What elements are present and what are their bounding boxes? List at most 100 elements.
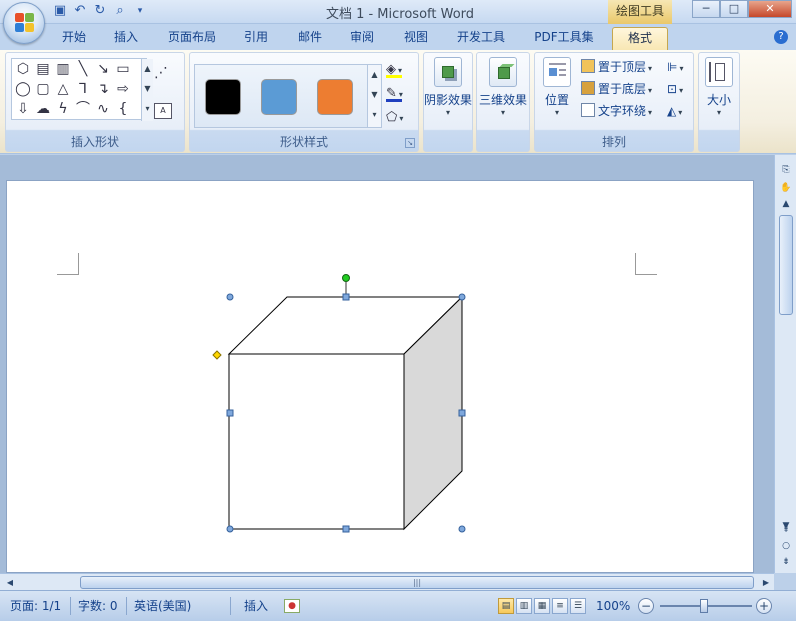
triangle-shape-icon[interactable]: △ <box>54 80 72 98</box>
scroll-right-icon[interactable]: ▶ <box>760 576 772 589</box>
arc-shape-icon[interactable]: ⌒ <box>74 100 92 118</box>
help-icon[interactable]: ? <box>774 30 788 44</box>
rectangle-shape-icon[interactable]: ▭ <box>114 60 132 78</box>
rounded-rect-shape-icon[interactable]: ▢ <box>34 80 52 98</box>
next-page-icon[interactable]: ⇟ <box>778 555 794 569</box>
horizontal-scrollbar[interactable]: ◀ ||| ▶ <box>0 573 774 590</box>
style-swatch-orange[interactable] <box>317 79 353 115</box>
full-screen-reading-view-icon[interactable]: ▥ <box>516 598 532 614</box>
change-shape-button[interactable]: ⬠ ▾ <box>386 109 416 127</box>
draw-textbox-icon[interactable]: A <box>154 103 172 119</box>
rotation-handle[interactable] <box>342 274 350 282</box>
resize-handle-bottom-left[interactable] <box>226 525 234 533</box>
outline-view-icon[interactable]: ≡ <box>552 598 568 614</box>
tab-review[interactable]: 审阅 <box>344 27 380 50</box>
previous-page-icon[interactable]: ⇞ <box>778 523 794 537</box>
gallery-more-icon[interactable]: ▾ <box>368 105 381 125</box>
chevron-up-icon[interactable]: ▲ <box>142 59 153 79</box>
text-wrapping-button[interactable]: 文字环绕 ▾ <box>581 101 652 121</box>
resize-handle-top[interactable] <box>342 293 350 301</box>
zoom-out-icon[interactable]: − <box>638 598 654 614</box>
zoom-level[interactable]: 100% <box>596 596 630 616</box>
resize-handle-left[interactable] <box>226 409 234 417</box>
style-swatch-blue[interactable] <box>261 79 297 115</box>
minimize-button[interactable]: ─ <box>692 0 720 18</box>
gallery-more-icon[interactable]: ▾ <box>142 99 153 119</box>
brace-shape-icon[interactable]: { <box>114 100 132 118</box>
textbox-shape-icon[interactable]: ▤ <box>34 60 52 78</box>
tab-home[interactable]: 开始 <box>56 27 92 50</box>
resize-handle-top-left[interactable] <box>226 293 234 301</box>
tab-mailings[interactable]: 邮件 <box>292 27 328 50</box>
insert-mode-indicator[interactable]: 插入 <box>244 596 268 616</box>
tab-pdf-tools[interactable]: PDF工具集 <box>528 27 600 50</box>
print-preview-icon[interactable]: ⌕ <box>112 3 128 19</box>
3d-effects-button[interactable]: 三维效果 ▾ <box>477 57 529 117</box>
undo-icon[interactable]: ↶ <box>72 3 88 19</box>
chevron-down-icon[interactable]: ▼ <box>368 85 381 105</box>
close-button[interactable]: ✕ <box>748 0 792 18</box>
maximize-button[interactable]: □ <box>720 0 748 18</box>
horizontal-scroll-thumb[interactable]: ||| <box>80 576 754 589</box>
rotate-button[interactable]: ◭ ▾ <box>667 101 682 121</box>
align-button[interactable]: ⊫ ▾ <box>667 57 683 77</box>
chevron-down-icon[interactable]: ▼ <box>142 79 153 99</box>
group-objects-button[interactable]: ⊡ ▾ <box>667 79 683 99</box>
office-button[interactable] <box>3 2 45 44</box>
elbow-connector-shape-icon[interactable]: ⅂ <box>74 80 92 98</box>
right-arrow-shape-icon[interactable]: ⇨ <box>114 80 132 98</box>
elbow-arrow-shape-icon[interactable]: ↴ <box>94 80 112 98</box>
select-browse-object-icon[interactable]: ○ <box>778 539 794 553</box>
vertical-textbox-shape-icon[interactable]: ▥ <box>54 60 72 78</box>
resize-handle-top-right[interactable] <box>458 293 466 301</box>
document-page[interactable] <box>6 180 754 573</box>
shapes-gallery-scroll[interactable]: ▲ ▼ ▾ <box>141 59 153 121</box>
tab-view[interactable]: 视图 <box>398 27 434 50</box>
resize-handle-bottom-right[interactable] <box>458 525 466 533</box>
customize-qat-icon[interactable]: ▾ <box>132 3 148 19</box>
tab-references[interactable]: 引用 <box>238 27 274 50</box>
adjust-handle[interactable] <box>212 350 222 360</box>
page-count[interactable]: 页面: 1/1 <box>10 596 61 616</box>
style-gallery-scroll[interactable]: ▲ ▼ ▾ <box>367 65 381 127</box>
edit-shape-icon[interactable]: ⋰ <box>154 65 176 83</box>
send-to-back-button[interactable]: 置于底层 ▾ <box>581 79 652 99</box>
bring-to-front-button[interactable]: 置于顶层 ▾ <box>581 57 652 77</box>
vertical-scroll-thumb[interactable] <box>779 215 793 315</box>
position-button[interactable]: 位置 ▾ <box>537 57 577 117</box>
oval-shape-icon[interactable]: ◯ <box>14 80 32 98</box>
arrow-line-shape-icon[interactable]: ↘ <box>94 60 112 78</box>
style-swatch-black[interactable] <box>205 79 241 115</box>
curve-shape-icon[interactable]: ∿ <box>94 100 112 118</box>
pan-hand-icon[interactable]: ✋ <box>778 181 794 195</box>
save-icon[interactable]: ▣ <box>52 3 68 19</box>
tab-page-layout[interactable]: 页面布局 <box>162 27 222 50</box>
web-layout-view-icon[interactable]: ▦ <box>534 598 550 614</box>
resize-handle-bottom[interactable] <box>342 525 350 533</box>
cube-shape[interactable] <box>227 295 464 531</box>
vertical-scrollbar[interactable]: ⎘ ✋ ▲ ▼ ⇞ ○ ⇟ <box>774 155 796 573</box>
draft-view-icon[interactable]: ☰ <box>570 598 586 614</box>
resize-handle-right[interactable] <box>458 409 466 417</box>
shadow-effects-button[interactable]: 阴影效果 ▾ <box>424 57 472 117</box>
ruler-toggle-icon[interactable]: ⎘ <box>778 163 794 177</box>
tab-format[interactable]: 格式 <box>612 27 668 50</box>
language-indicator[interactable]: 英语(美国) <box>134 596 191 616</box>
tab-developer[interactable]: 开发工具 <box>450 27 512 50</box>
freeform-shape-icon[interactable]: ☁ <box>34 100 52 118</box>
cube-shape-icon[interactable]: ⬡ <box>14 60 32 78</box>
shape-fill-button[interactable]: ◈ ▾ <box>386 61 416 79</box>
scroll-left-icon[interactable]: ◀ <box>4 576 16 589</box>
macro-record-icon[interactable]: ● <box>284 599 300 613</box>
repeat-icon[interactable]: ↻ <box>92 3 108 19</box>
zoom-slider-knob[interactable] <box>700 599 708 613</box>
chevron-up-icon[interactable]: ▲ <box>368 65 381 85</box>
lightning-shape-icon[interactable]: ϟ <box>54 100 72 118</box>
scroll-up-icon[interactable]: ▲ <box>778 197 794 211</box>
zoom-in-icon[interactable]: + <box>756 598 772 614</box>
size-button[interactable]: 大小 ▾ <box>699 57 739 117</box>
line-shape-icon[interactable]: ╲ <box>74 60 92 78</box>
down-arrow-shape-icon[interactable]: ⇩ <box>14 100 32 118</box>
shape-outline-button[interactable]: ✎ ▾ <box>386 85 416 103</box>
word-count[interactable]: 字数: 0 <box>78 596 118 616</box>
